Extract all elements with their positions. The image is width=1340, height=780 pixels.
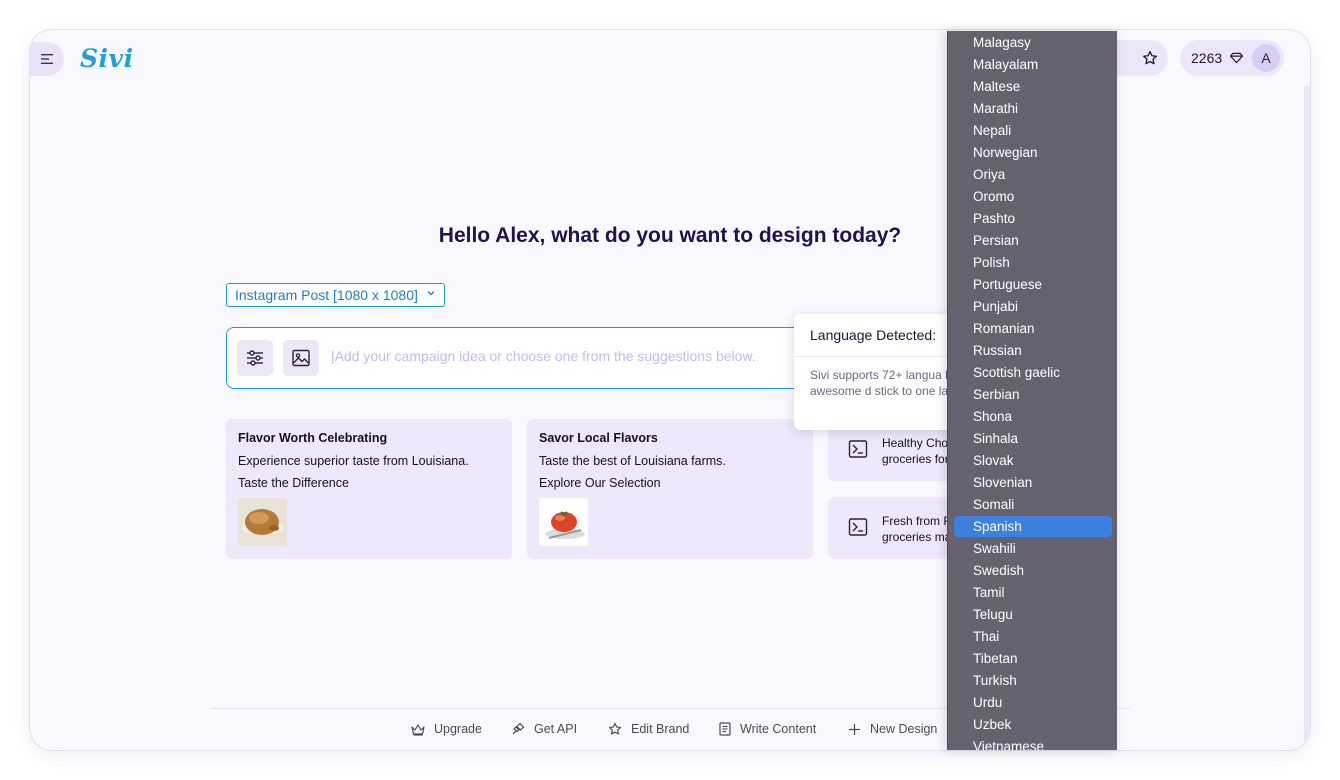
- suggestion-line: Fresh from F: [882, 514, 951, 528]
- document-icon: [719, 722, 731, 736]
- write-content-link[interactable]: Write Content: [719, 722, 816, 736]
- language-option[interactable]: Pashto: [954, 208, 1112, 229]
- language-option[interactable]: Slovak: [954, 450, 1112, 471]
- language-option[interactable]: Tibetan: [954, 648, 1112, 669]
- get-api-label: Get API: [534, 722, 578, 736]
- language-option[interactable]: Russian: [954, 340, 1112, 361]
- language-option[interactable]: Nepali: [954, 120, 1112, 141]
- diamond-icon: [1230, 52, 1244, 64]
- language-option[interactable]: Swedish: [954, 560, 1112, 581]
- language-option[interactable]: Scottish gaelic: [954, 362, 1112, 383]
- card-title: Savor Local Flavors: [539, 431, 658, 445]
- chevron-down-icon: [427, 291, 435, 296]
- new-design-link[interactable]: New Design: [848, 722, 937, 736]
- language-option[interactable]: Maltese: [954, 76, 1112, 97]
- language-option[interactable]: Oriya: [954, 164, 1112, 185]
- suggestion-line: groceries ma: [882, 530, 952, 544]
- crown-icon: [411, 723, 425, 736]
- credits-count: 2263: [1191, 50, 1223, 66]
- plug-icon: [512, 722, 525, 735]
- language-option[interactable]: Slovenian: [954, 472, 1112, 493]
- language-option[interactable]: Somali: [954, 494, 1112, 515]
- card-cta: Explore Our Selection: [539, 476, 661, 490]
- avatar[interactable]: A: [1252, 44, 1280, 72]
- format-select[interactable]: Instagram Post [1080 x 1080]: [226, 283, 445, 307]
- get-api-link[interactable]: Get API: [511, 722, 577, 736]
- upgrade-link[interactable]: Upgrade: [411, 722, 482, 736]
- language-option[interactable]: Portuguese: [954, 274, 1112, 295]
- language-option[interactable]: Vietnamese: [954, 736, 1112, 750]
- card-thumbnail-roast-chicken: [238, 498, 287, 546]
- suggestion-card[interactable]: Savor Local Flavors Taste the best of Lo…: [527, 419, 813, 559]
- sliders-icon: [247, 350, 263, 366]
- favorites-button[interactable]: [1142, 50, 1158, 66]
- language-option[interactable]: Persian: [954, 230, 1112, 251]
- format-select-value: Instagram Post [1080 x 1080]: [235, 287, 418, 303]
- app-window: Sivi 2263 A Hello Alex, what do you want…: [30, 30, 1310, 750]
- prompt-icon: [848, 518, 868, 536]
- new-design-label: New Design: [870, 722, 938, 736]
- suggestion-line: groceries for: [882, 452, 949, 466]
- card-description: Experience superior taste from Louisiana…: [238, 454, 469, 468]
- upgrade-label: Upgrade: [434, 722, 482, 736]
- settings-button[interactable]: [237, 340, 273, 376]
- language-option[interactable]: Sinhala: [954, 428, 1112, 449]
- language-option[interactable]: Urdu: [954, 692, 1112, 713]
- prompt-input[interactable]: |Add your campaign idea or choose one fr…: [331, 348, 756, 364]
- language-option[interactable]: Telugu: [954, 604, 1112, 625]
- suggestion-card[interactable]: Flavor Worth Celebrating Experience supe…: [226, 419, 512, 559]
- language-option[interactable]: Polish: [954, 252, 1112, 273]
- language-option[interactable]: Marathi: [954, 98, 1112, 119]
- card-thumbnail-tomato: [539, 498, 588, 546]
- star-icon: [1143, 51, 1157, 65]
- scrollbar[interactable]: [1304, 86, 1310, 750]
- card-cta: Taste the Difference: [238, 476, 349, 490]
- language-option[interactable]: Spanish: [954, 516, 1112, 537]
- language-option[interactable]: Serbian: [954, 384, 1112, 405]
- page-title: Hello Alex, what do you want to design t…: [438, 224, 902, 247]
- image-upload-button[interactable]: [283, 340, 319, 376]
- language-option[interactable]: Norwegian: [954, 142, 1112, 163]
- language-dropdown-list[interactable]: Malagasy Malayalam Maltese Marathi Nepali Nor…: [947, 31, 1117, 750]
- suggestion-line: Healthy Cho: [882, 436, 949, 450]
- language-option[interactable]: Malayalam: [954, 54, 1112, 75]
- language-option[interactable]: Malagasy: [954, 32, 1112, 53]
- language-option[interactable]: Turkish: [954, 670, 1112, 691]
- sivi-logo[interactable]: Sivi: [80, 44, 134, 73]
- language-option[interactable]: Romanian: [954, 318, 1112, 339]
- write-content-label: Write Content: [740, 722, 817, 736]
- language-option[interactable]: Thai: [954, 626, 1112, 647]
- menu-icon: [41, 54, 53, 64]
- plus-icon: [849, 723, 860, 735]
- language-option[interactable]: Swahili: [954, 538, 1112, 559]
- language-option[interactable]: Uzbek: [954, 714, 1112, 735]
- language-option[interactable]: Shona: [954, 406, 1112, 427]
- credits-pill[interactable]: 2263 A: [1180, 40, 1284, 76]
- edit-brand-label: Edit Brand: [631, 722, 690, 736]
- language-option[interactable]: Tamil: [954, 582, 1112, 603]
- star-icon: [608, 722, 622, 735]
- image-icon: [292, 349, 310, 367]
- menu-toggle-button[interactable]: [30, 42, 64, 76]
- edit-brand-link[interactable]: Edit Brand: [608, 722, 689, 736]
- card-title: Flavor Worth Celebrating: [238, 431, 388, 445]
- card-description: Taste the best of Louisiana farms.: [539, 454, 726, 468]
- prompt-icon: [848, 440, 868, 458]
- language-option[interactable]: Punjabi: [954, 296, 1112, 317]
- language-option[interactable]: Oromo: [954, 186, 1112, 207]
